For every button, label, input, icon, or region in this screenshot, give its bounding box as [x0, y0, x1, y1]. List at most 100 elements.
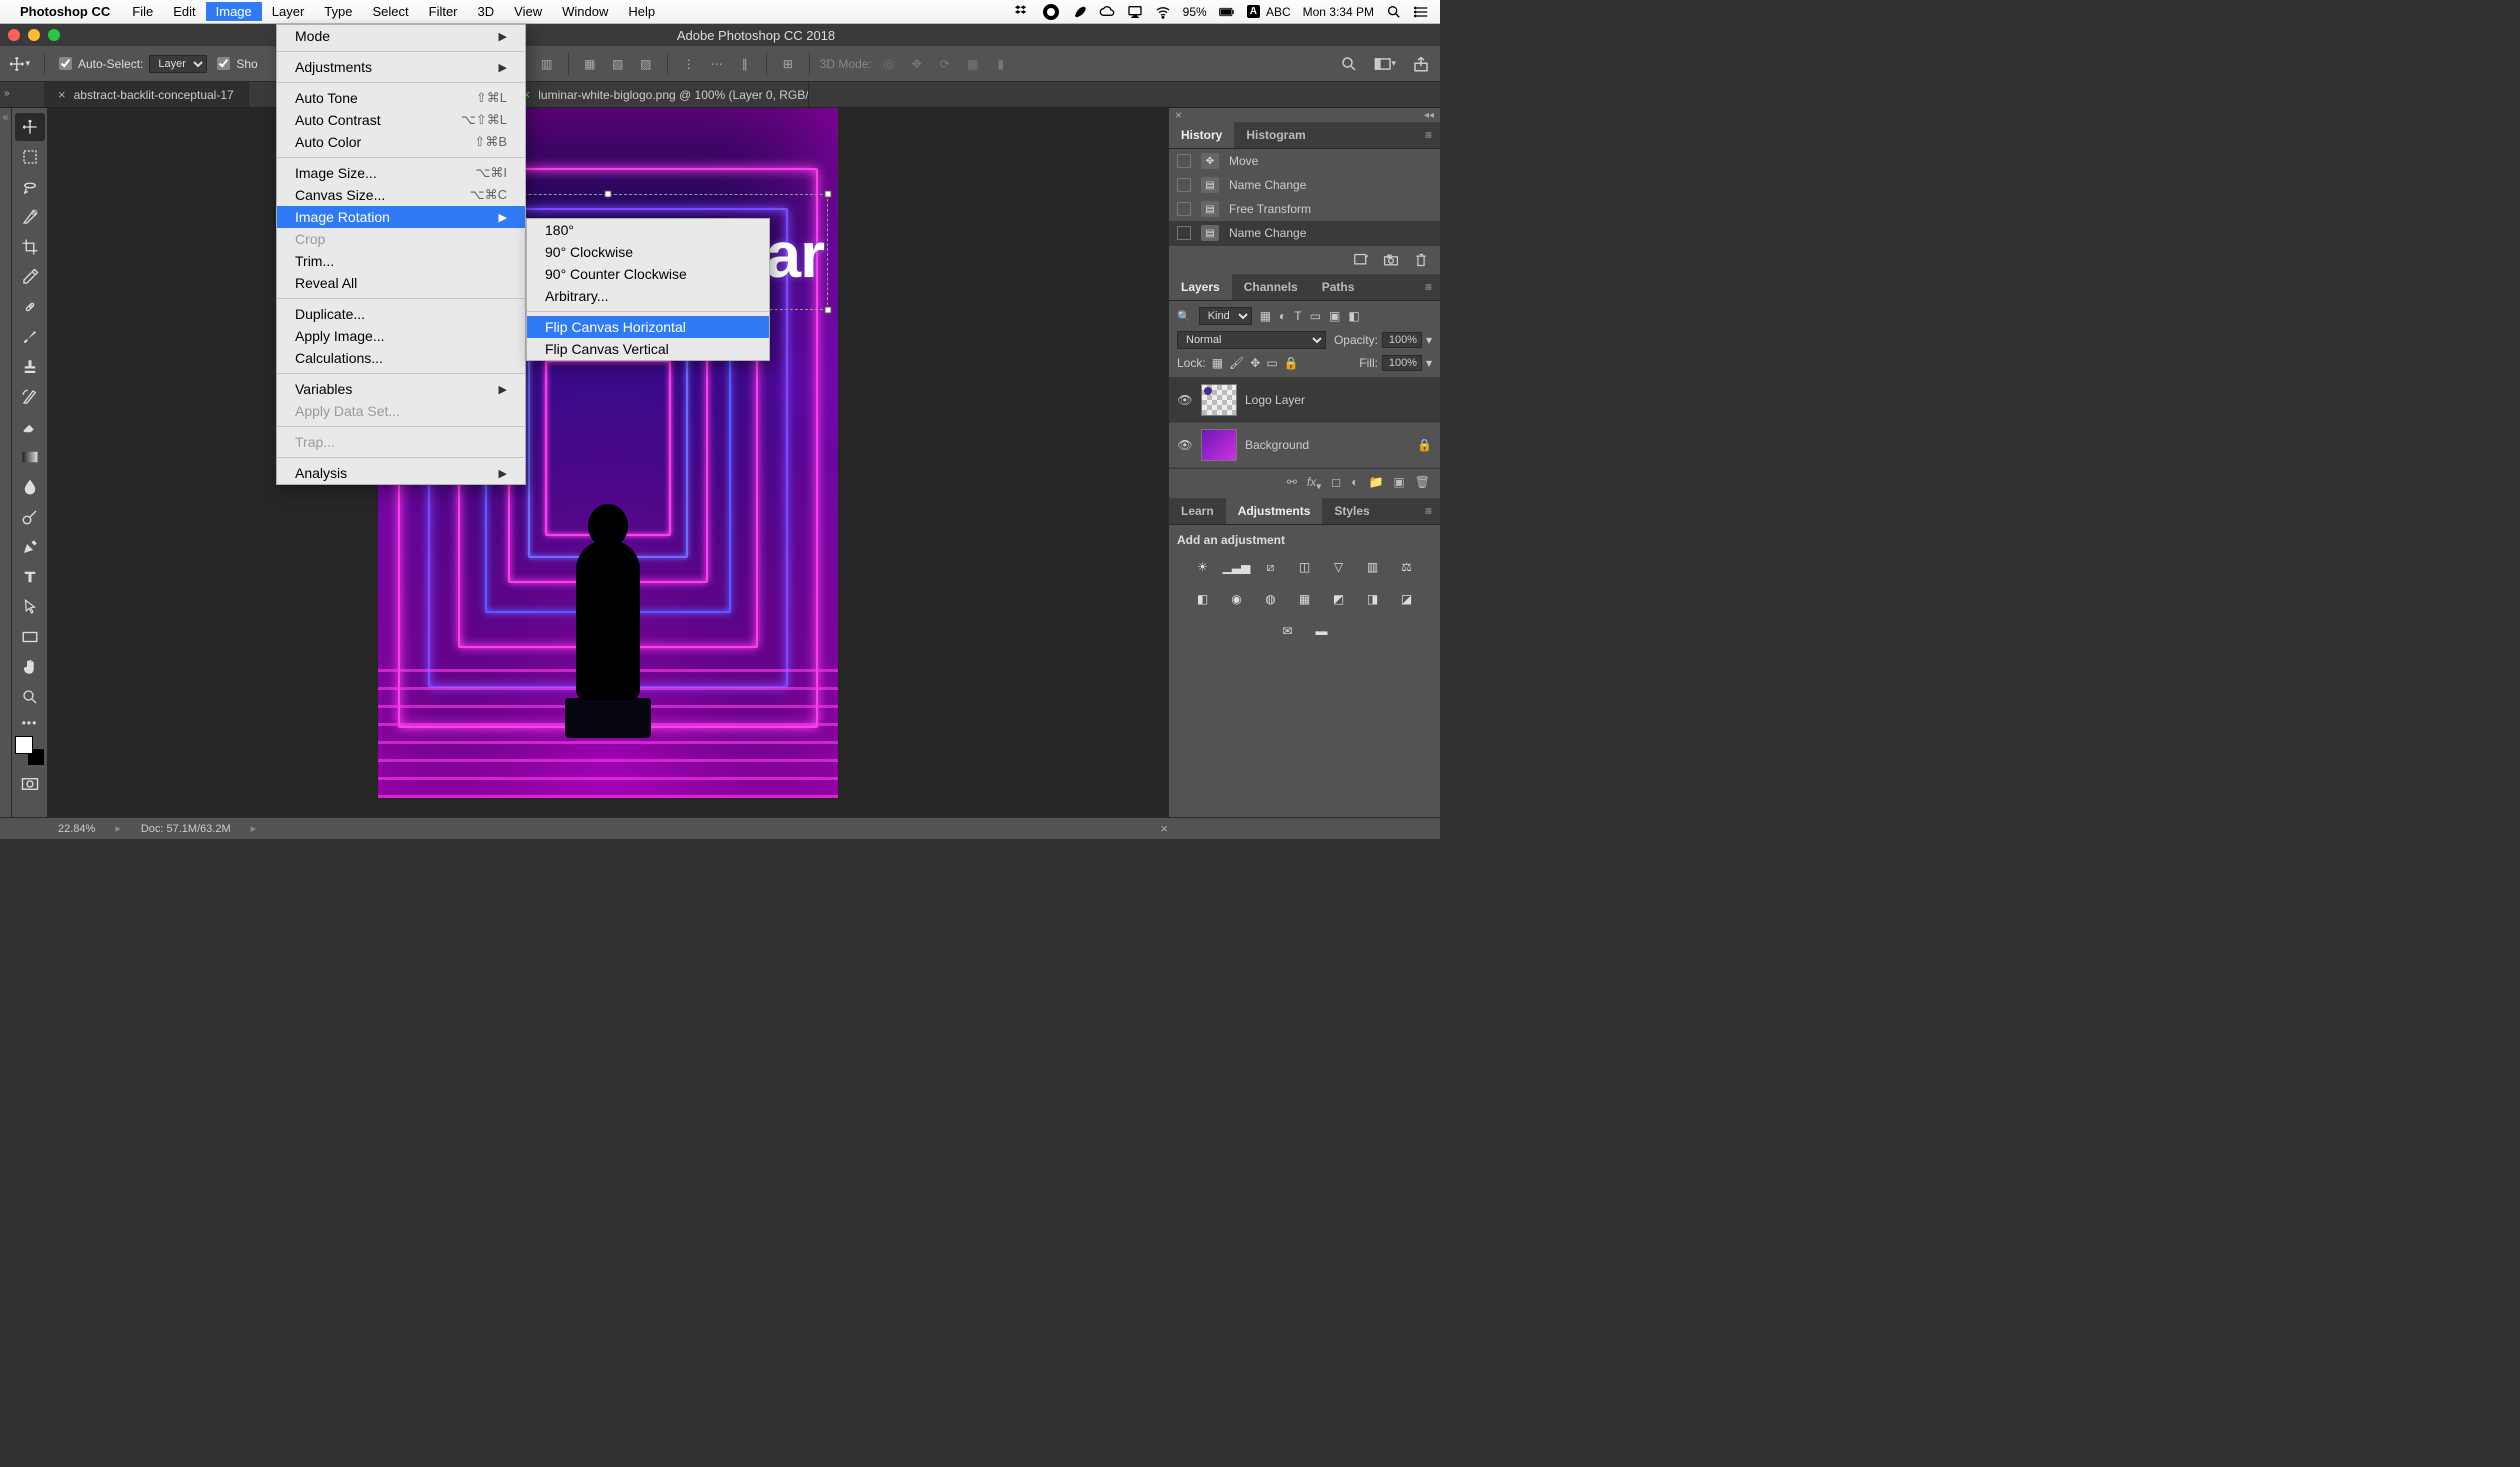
visibility-icon[interactable]: 👁: [1177, 393, 1193, 407]
panel-close-icon[interactable]: ×: [1175, 108, 1182, 122]
image-menu-item[interactable]: Duplicate...: [277, 303, 525, 325]
menu-edit[interactable]: Edit: [163, 2, 205, 21]
auto-select-checkbox[interactable]: [59, 57, 72, 70]
type-tool-icon[interactable]: [15, 563, 45, 591]
panel-menu-icon[interactable]: ≡: [1425, 128, 1432, 142]
rotation-menu-item[interactable]: 90° Clockwise: [527, 241, 769, 263]
tab-histogram[interactable]: Histogram: [1234, 122, 1317, 148]
levels-icon[interactable]: ▁▃▅: [1226, 557, 1248, 577]
image-menu-item[interactable]: Trim...: [277, 250, 525, 272]
crop-tool-icon[interactable]: [15, 233, 45, 261]
image-menu-item[interactable]: Analysis▶: [277, 462, 525, 484]
history-row[interactable]: ✥Move: [1169, 149, 1440, 173]
filter-adjust-icon[interactable]: ◐: [1279, 309, 1286, 323]
distribute-3-icon[interactable]: ∥: [734, 53, 756, 75]
curves-icon[interactable]: ⧄: [1260, 557, 1282, 577]
tab-channels[interactable]: Channels: [1232, 274, 1310, 300]
dropbox-icon[interactable]: [1015, 4, 1031, 20]
layer-row[interactable]: 👁 Background 🔒: [1169, 423, 1440, 468]
menu-type[interactable]: Type: [314, 2, 362, 21]
move-tool-icon[interactable]: [15, 113, 45, 141]
menu-filter[interactable]: Filter: [419, 2, 468, 21]
panel-menu-icon[interactable]: ≡: [1425, 280, 1432, 294]
image-menu-item[interactable]: Calculations...: [277, 347, 525, 369]
hand-tool-icon[interactable]: [15, 653, 45, 681]
close-tab-icon[interactable]: ×: [58, 87, 66, 102]
tab-styles[interactable]: Styles: [1322, 498, 1381, 524]
tab-paths[interactable]: Paths: [1310, 274, 1367, 300]
quick-select-tool-icon[interactable]: [15, 203, 45, 231]
layer-name[interactable]: Logo Layer: [1245, 393, 1305, 407]
tool-strip-collapse[interactable]: «: [0, 108, 12, 817]
menu-window[interactable]: Window: [552, 2, 618, 21]
app-name[interactable]: Photoshop CC: [20, 4, 110, 19]
menu-3d[interactable]: 3D: [468, 2, 505, 21]
hue-sat-icon[interactable]: ▥: [1362, 557, 1384, 577]
history-row[interactable]: ▤Name Change: [1169, 221, 1440, 245]
dodge-tool-icon[interactable]: [15, 503, 45, 531]
battery-icon[interactable]: [1219, 4, 1235, 20]
search-icon[interactable]: [1338, 53, 1360, 75]
image-menu-item[interactable]: Canvas Size...⌥⌘C: [277, 184, 525, 206]
zoom-tool-icon[interactable]: [15, 683, 45, 711]
shape-tool-icon[interactable]: [15, 623, 45, 651]
distribute-h-icon[interactable]: ⋮: [678, 53, 700, 75]
edit-toolbar-icon[interactable]: •••: [22, 716, 38, 730]
rotation-menu-item[interactable]: 90° Counter Clockwise: [527, 263, 769, 285]
image-menu-item[interactable]: Auto Color⇧⌘B: [277, 131, 525, 153]
clock[interactable]: Mon 3:34 PM: [1303, 5, 1374, 19]
image-menu-item[interactable]: Image Size...⌥⌘I: [277, 162, 525, 184]
layer-row[interactable]: 👁 Logo Layer: [1169, 378, 1440, 423]
layer-name[interactable]: Background: [1245, 438, 1309, 452]
more-align-icon[interactable]: ⊞: [777, 53, 799, 75]
fill-value[interactable]: 100%: [1382, 355, 1422, 371]
align-left-icon[interactable]: ▦: [579, 53, 601, 75]
menu-layer[interactable]: Layer: [262, 2, 315, 21]
image-menu-item[interactable]: Reveal All: [277, 272, 525, 294]
layer-thumb[interactable]: [1201, 384, 1237, 416]
posterize-icon[interactable]: ◨: [1362, 589, 1384, 609]
rotation-menu-item[interactable]: 180°: [527, 219, 769, 241]
image-menu-item[interactable]: Auto Contrast⌥⇧⌘L: [277, 109, 525, 131]
menu-help[interactable]: Help: [618, 2, 665, 21]
lasso-tool-icon[interactable]: [15, 173, 45, 201]
history-row[interactable]: ▤Name Change: [1169, 173, 1440, 197]
align-hcenter-icon[interactable]: ▧: [607, 53, 629, 75]
opacity-value[interactable]: 100%: [1382, 332, 1422, 348]
pen-tool-icon[interactable]: [15, 533, 45, 561]
share-icon[interactable]: [1410, 53, 1432, 75]
filter-smart-icon[interactable]: ▣: [1329, 309, 1340, 323]
invert-icon[interactable]: ◩: [1328, 589, 1350, 609]
layer-style-icon[interactable]: fx▾: [1307, 475, 1321, 492]
threshold-icon[interactable]: ◪: [1396, 589, 1418, 609]
auto-select-dropdown[interactable]: Layer: [149, 55, 207, 73]
cloud-icon[interactable]: [1099, 4, 1115, 20]
doc-size[interactable]: Doc: 57.1M/63.2M: [141, 823, 231, 835]
input-source[interactable]: AABC: [1247, 5, 1291, 19]
history-brush-tool-icon[interactable]: [15, 383, 45, 411]
tab-history[interactable]: History: [1169, 122, 1234, 148]
healing-tool-icon[interactable]: [15, 293, 45, 321]
menu-list-icon[interactable]: [1414, 4, 1430, 20]
tab-learn[interactable]: Learn: [1169, 498, 1226, 524]
filter-type-icon[interactable]: T: [1294, 309, 1301, 323]
image-menu-item[interactable]: Mode▶: [277, 25, 525, 47]
panel-collapse-icon[interactable]: ◂◂: [1424, 110, 1434, 121]
airplay-icon[interactable]: [1127, 4, 1143, 20]
path-select-tool-icon[interactable]: [15, 593, 45, 621]
group-icon[interactable]: 📁: [1368, 475, 1383, 492]
toolbar-collapse-icon[interactable]: »: [4, 88, 10, 99]
panel-close-bottom-icon[interactable]: ×: [1160, 821, 1168, 836]
gradient-tool-icon[interactable]: [15, 443, 45, 471]
delete-layer-icon[interactable]: 🗑: [1415, 475, 1430, 492]
lock-position-icon[interactable]: ✥: [1250, 356, 1260, 370]
snapshot-icon[interactable]: [1382, 252, 1400, 268]
marquee-tool-icon[interactable]: [15, 143, 45, 171]
filter-kind-dropdown[interactable]: Kind: [1199, 307, 1252, 325]
eyedropper-tool-icon[interactable]: [15, 263, 45, 291]
quick-mask-icon[interactable]: [15, 770, 45, 798]
brush-tool-icon[interactable]: [15, 323, 45, 351]
filter-toggle-icon[interactable]: ◧: [1348, 309, 1359, 323]
new-doc-from-state-icon[interactable]: [1352, 252, 1370, 268]
zoom-level[interactable]: 22.84%: [58, 823, 95, 835]
